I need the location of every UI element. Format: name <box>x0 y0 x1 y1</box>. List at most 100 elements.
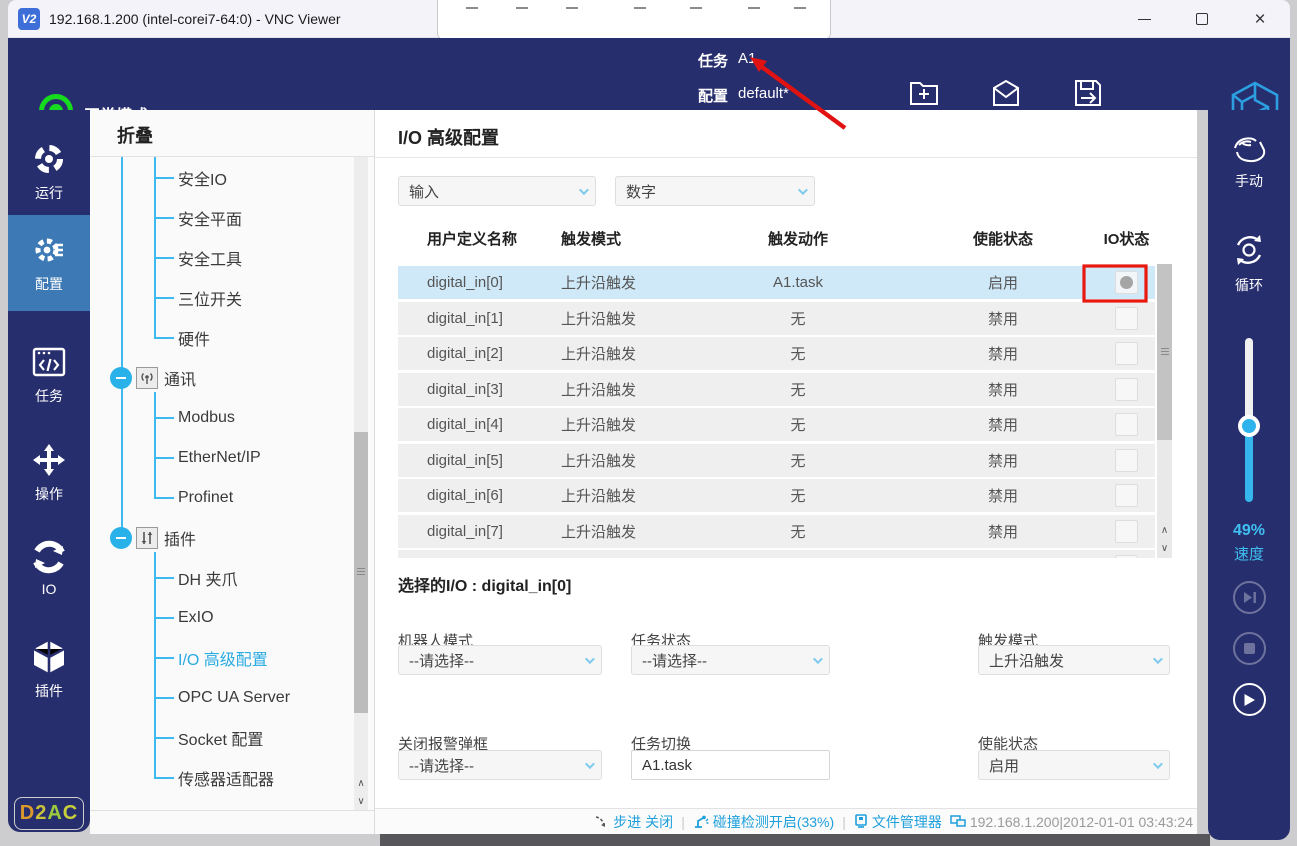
d2ac-badge[interactable]: D2AC <box>14 797 84 830</box>
tree-item-Modbus[interactable]: Modbus <box>154 407 235 429</box>
table-scroll-down-icon[interactable]: ∨ <box>1158 540 1172 557</box>
task-value: A1 <box>738 50 756 67</box>
tree-collapse-toggle[interactable] <box>110 527 132 549</box>
tree-item-DH 夹爪[interactable]: DH 夹爪 <box>154 567 238 589</box>
table-row-digital_in[8][interactable]: digital_in[8]上升沿触发无禁用 <box>398 550 1155 558</box>
vnc-toolbar-notch[interactable] <box>437 0 831 40</box>
close-button[interactable]: × <box>1250 9 1270 29</box>
task-label: 任务 <box>698 50 728 71</box>
tree-scroll-down-icon[interactable]: ∨ <box>354 793 368 810</box>
collision-status[interactable]: 碰撞检测开启(33%) <box>693 812 834 832</box>
step-play-button[interactable] <box>1233 581 1266 614</box>
io-state-indicator[interactable] <box>1115 307 1138 330</box>
config-value: default* <box>738 85 789 102</box>
table-scroll-up-icon[interactable]: ∧ <box>1158 522 1172 539</box>
stop-button[interactable] <box>1233 632 1266 665</box>
io-state-indicator[interactable] <box>1115 271 1138 294</box>
io-state-indicator[interactable] <box>1115 449 1138 472</box>
select-使能状态[interactable]: 启用 <box>978 750 1170 780</box>
table-row-digital_in[4][interactable]: digital_in[4]上升沿触发无禁用 <box>398 408 1155 441</box>
step-play-icon <box>1243 591 1257 604</box>
desktop: V2 192.168.1.200 (intel-corei7-64:0) - V… <box>0 0 1297 846</box>
tree-scroll-up-icon[interactable]: ∧ <box>354 775 368 792</box>
speed-value: 49% <box>1208 522 1290 540</box>
chevron-down-icon <box>585 654 595 664</box>
tree-item-传感器适配器[interactable]: 传感器适配器 <box>154 767 274 789</box>
app-header: 正常模式 任务 A1 配置 default* 新建打开保存 <box>8 38 1290 110</box>
table-row-digital_in[7][interactable]: digital_in[7]上升沿触发无禁用 <box>398 515 1155 548</box>
table-scrollbar[interactable]: ∧ ∨ <box>1157 264 1172 558</box>
cube-icon <box>31 639 67 675</box>
tree-item-插件[interactable]: 插件 <box>164 527 196 549</box>
tree-item-通讯[interactable]: 通讯 <box>164 367 196 389</box>
tree-scrollbar-thumb[interactable] <box>354 432 368 713</box>
tree-item-硬件[interactable]: 硬件 <box>154 327 210 349</box>
sidebar-item-operate[interactable]: 操作 <box>8 425 90 521</box>
tree-item-三位开关[interactable]: 三位开关 <box>154 287 242 309</box>
file-manager-button[interactable]: 文件管理器 <box>854 812 942 832</box>
open-icon <box>990 78 1022 108</box>
file-manager-icon <box>854 814 868 829</box>
input-任务切换[interactable]: A1.task <box>631 750 830 780</box>
table-scrollbar-thumb[interactable] <box>1157 264 1172 440</box>
io-state-indicator[interactable] <box>1115 520 1138 543</box>
table-row-digital_in[0][interactable]: digital_in[0]上升沿触发A1.task启用 <box>398 266 1155 299</box>
chevron-down-icon <box>585 759 595 769</box>
manual-mode-button[interactable]: 手动 <box>1208 132 1290 191</box>
tree-item-Socket 配置[interactable]: Socket 配置 <box>154 727 263 749</box>
speed-label: 速度 <box>1208 543 1290 564</box>
connection-status: 192.168.1.200|2012-01-01 03:43:24 <box>950 814 1193 830</box>
table-row-digital_in[5][interactable]: digital_in[5]上升沿触发无禁用 <box>398 444 1155 477</box>
right-sidebar: 手动 循环 49% 速度 <box>1208 110 1290 840</box>
step-status[interactable]: 步进 关闭 <box>594 812 673 832</box>
maximize-button[interactable] <box>1192 9 1212 29</box>
select-触发模式[interactable]: 上升沿触发 <box>978 645 1170 675</box>
select-机器人模式[interactable]: --请选择-- <box>398 645 602 675</box>
io-state-indicator[interactable] <box>1115 555 1138 558</box>
loop-mode-button[interactable]: 循环 <box>1208 230 1290 295</box>
tree-item-安全IO[interactable]: 安全IO <box>154 167 227 189</box>
io-advanced-config-panel: I/O 高级配置 输入 数字 用户定义名称 触发模式 触发动作 使能状态 IO状… <box>375 110 1197 808</box>
sidebar-item-plugin[interactable]: 插件 <box>8 622 90 718</box>
io-state-indicator[interactable] <box>1115 342 1138 365</box>
selected-io-label: 选择的I/O : digital_in[0] <box>398 572 571 596</box>
tree-item-OPC UA Server[interactable]: OPC UA Server <box>154 687 290 709</box>
tree-item-ExIO[interactable]: ExIO <box>154 607 214 629</box>
chevron-down-icon <box>813 654 823 664</box>
io-state-indicator[interactable] <box>1115 413 1138 436</box>
chevron-down-icon <box>579 185 589 195</box>
table-row-digital_in[3][interactable]: digital_in[3]上升沿触发无禁用 <box>398 373 1155 406</box>
io-state-indicator[interactable] <box>1115 484 1138 507</box>
chevron-down-icon <box>1153 759 1163 769</box>
table-row-digital_in[1][interactable]: digital_in[1]上升沿触发无禁用 <box>398 302 1155 335</box>
tree-item-Profinet[interactable]: Profinet <box>154 487 233 509</box>
tree-item-EtherNet/IP[interactable]: EtherNet/IP <box>154 447 261 469</box>
tree-item-安全平面[interactable]: 安全平面 <box>154 207 242 229</box>
tree-collapse-toggle[interactable] <box>110 367 132 389</box>
page-title: I/O 高级配置 <box>398 124 499 150</box>
tree-collapse-header[interactable]: 折叠 <box>117 122 153 148</box>
tree-item-安全工具[interactable]: 安全工具 <box>154 247 242 269</box>
table-row-digital_in[2][interactable]: digital_in[2]上升沿触发无禁用 <box>398 337 1155 370</box>
tree-item-I/O 高级配置[interactable]: I/O 高级配置 <box>154 647 268 669</box>
speed-slider-knob[interactable] <box>1238 415 1260 437</box>
table-row-digital_in[6][interactable]: digital_in[6]上升沿触发无禁用 <box>398 479 1155 512</box>
play-button[interactable] <box>1233 683 1266 716</box>
minimize-button[interactable] <box>1134 9 1154 29</box>
move-arrows-icon <box>31 442 67 478</box>
speed-slider[interactable] <box>1245 338 1253 502</box>
gear-icon <box>31 232 67 268</box>
tree-scrollbar[interactable]: ∧ ∨ <box>354 157 368 810</box>
sidebar-item-io[interactable]: IO <box>8 520 90 616</box>
sidebar-item-run[interactable]: 运行 <box>8 124 90 220</box>
select-关闭报警弹框[interactable]: --请选择-- <box>398 750 602 780</box>
sidebar-item-config[interactable]: 配置 <box>8 215 90 311</box>
code-window-icon <box>31 346 67 380</box>
io-state-indicator[interactable] <box>1115 378 1138 401</box>
status-bar: 步进 关闭 | 碰撞检测开启(33%) | 文件管理器 192.168.1.20… <box>375 808 1197 834</box>
select-任务状态[interactable]: --请选择-- <box>631 645 830 675</box>
io-direction-dropdown[interactable]: 输入 <box>398 176 596 206</box>
sidebar-item-task[interactable]: 任务 <box>8 328 90 424</box>
io-type-dropdown[interactable]: 数字 <box>615 176 815 206</box>
collision-icon <box>693 814 709 829</box>
